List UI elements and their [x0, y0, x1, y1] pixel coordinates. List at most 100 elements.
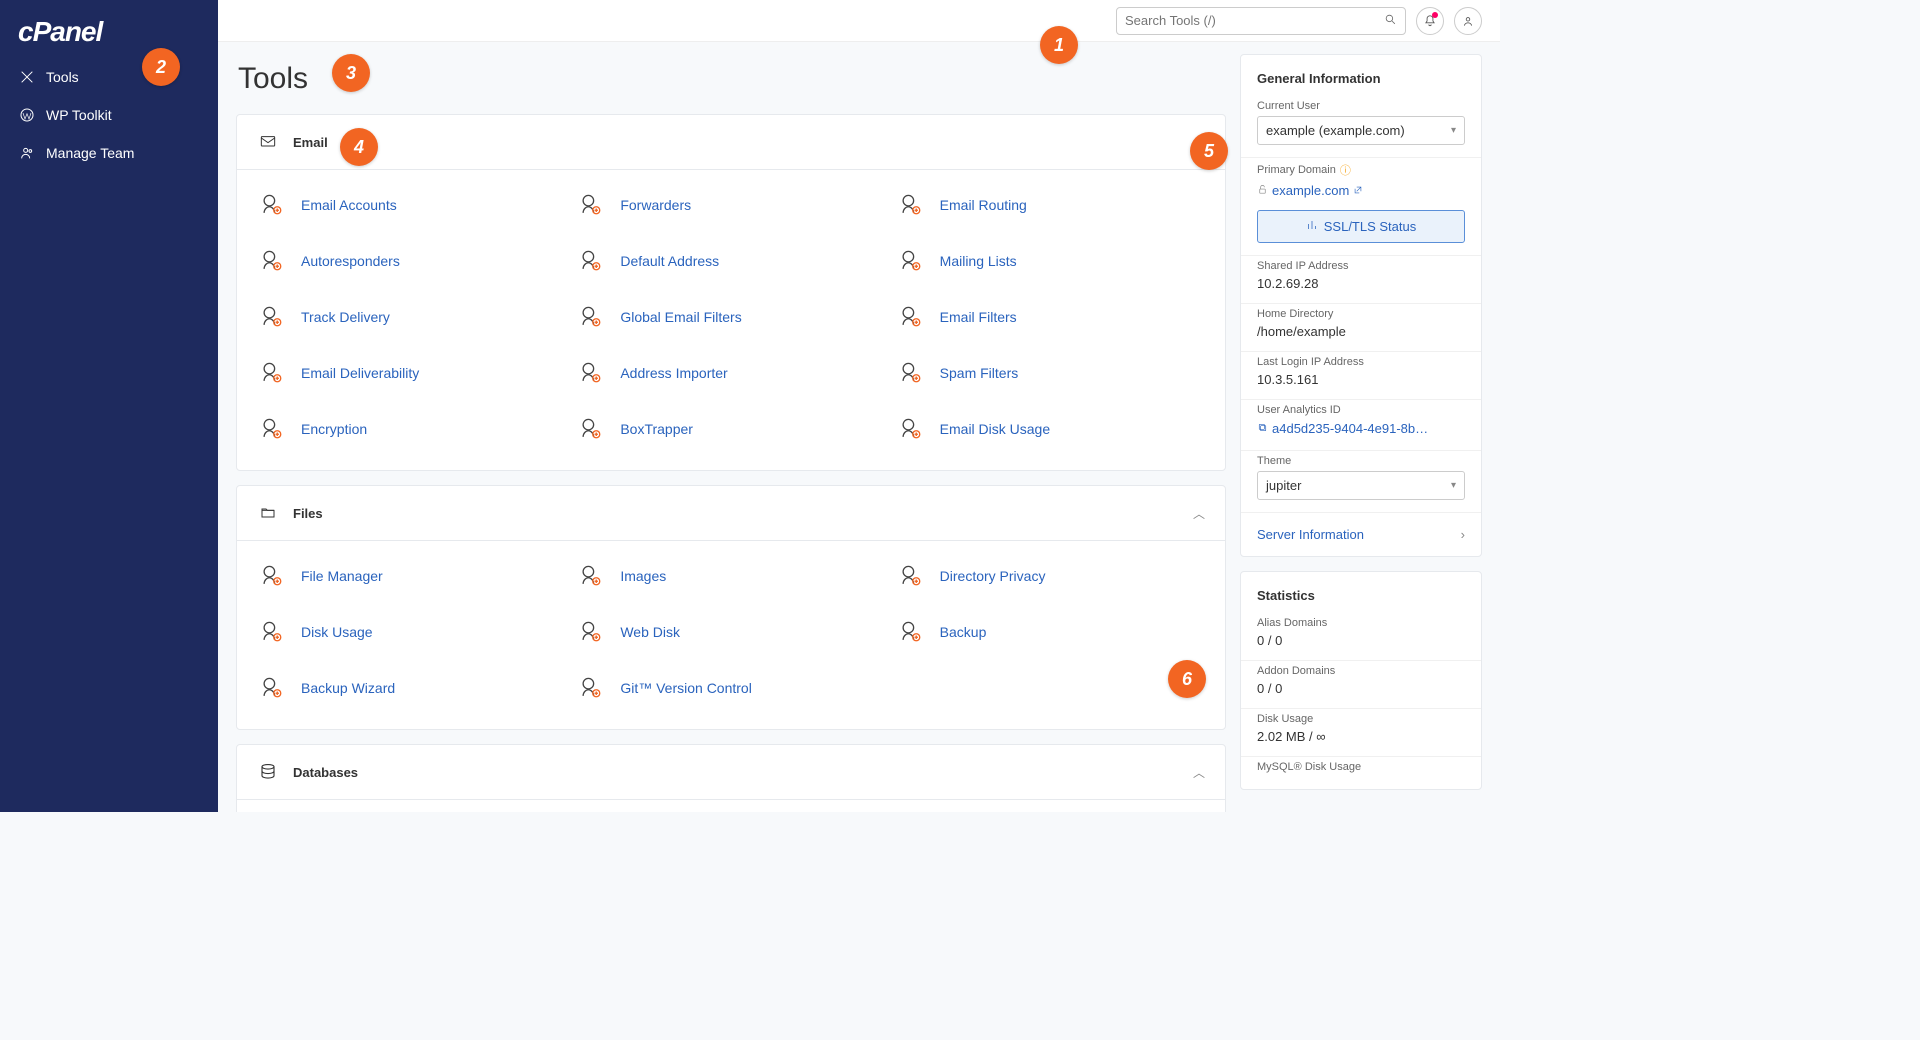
copy-icon: [1257, 421, 1268, 436]
analytics-label: User Analytics ID: [1257, 404, 1465, 416]
tool-item[interactable]: Disk Usage: [257, 607, 566, 657]
tool-icon: [257, 673, 287, 703]
tool-label: Backup Wizard: [301, 680, 395, 696]
tool-icon: [257, 190, 287, 220]
current-user-select[interactable]: example (example.com) ▾: [1257, 116, 1465, 145]
unlock-icon: [1257, 183, 1268, 198]
tool-item[interactable]: Default Address: [576, 236, 885, 286]
tool-label: Default Address: [620, 253, 719, 269]
category-files: Files ︿ File Manager Images Directory Priv…: [236, 485, 1226, 730]
tool-item[interactable]: phpMyAdmin: [257, 810, 566, 812]
tool-item[interactable]: Backup Wizard: [257, 663, 566, 713]
external-link-icon: [1353, 183, 1363, 198]
annotation-badge-5: 5: [1190, 132, 1228, 170]
theme-select[interactable]: jupiter ▾: [1257, 471, 1465, 500]
chevron-down-icon: ▾: [1451, 480, 1456, 491]
tool-item[interactable]: Directory Privacy: [896, 551, 1205, 601]
stat-label: Addon Domains: [1257, 665, 1465, 677]
notification-dot-icon: [1432, 12, 1438, 18]
notifications-button[interactable]: [1416, 7, 1444, 35]
tool-item[interactable]: Email Routing: [896, 180, 1205, 230]
tool-item[interactable]: File Manager: [257, 551, 566, 601]
sidebar-item-manageteam[interactable]: Manage Team: [0, 134, 218, 172]
tool-item[interactable]: BoxTrapper: [576, 404, 885, 454]
tool-item[interactable]: Backup: [896, 607, 1205, 657]
user-button[interactable]: [1454, 7, 1482, 35]
logo: cPanel: [0, 0, 218, 58]
category-header[interactable]: Databases ︿: [237, 745, 1225, 800]
tool-item[interactable]: Track Delivery: [257, 292, 566, 342]
annotation-badge-6: 6: [1168, 660, 1206, 698]
tool-item[interactable]: Email Filters: [896, 292, 1205, 342]
tool-item[interactable]: Forwarders: [576, 180, 885, 230]
category-header[interactable]: Email ︿: [237, 115, 1225, 170]
general-info-panel: General Information Current User example…: [1240, 54, 1482, 557]
sidebar-item-tools[interactable]: Tools: [0, 58, 218, 96]
annotation-badge-2: 2: [142, 48, 180, 86]
tools-icon: [18, 68, 36, 86]
tool-item[interactable]: Images: [576, 551, 885, 601]
tool-label: Git™ Version Control: [620, 680, 752, 696]
tool-item[interactable]: Web Disk: [576, 607, 885, 657]
tool-icon: [257, 617, 287, 647]
tool-label: Encryption: [301, 421, 367, 437]
tool-label: Forwarders: [620, 197, 691, 213]
tool-label: Mailing Lists: [940, 253, 1017, 269]
server-information-link[interactable]: Server Information ›: [1241, 513, 1481, 556]
ssl-status-button[interactable]: SSL/TLS Status: [1257, 210, 1465, 243]
tool-icon: [896, 246, 926, 276]
topbar: [218, 0, 1500, 42]
page-title: Tools: [238, 62, 1226, 96]
category-databases: Databases ︿ phpMyAdmin MySQL® Databases My…: [236, 744, 1226, 812]
panel-title: Statistics: [1241, 572, 1481, 613]
tool-icon: [896, 302, 926, 332]
category-title: Email: [293, 135, 328, 150]
last-login-label: Last Login IP Address: [1257, 356, 1465, 368]
analytics-value[interactable]: a4d5d235-9404-4e91-8b74-96...: [1257, 421, 1432, 436]
sidebar: cPanel Tools WP Toolkit Manage Team: [0, 0, 218, 812]
database-icon: [257, 761, 279, 783]
tool-item[interactable]: Mailing Lists: [896, 236, 1205, 286]
tool-icon: [896, 561, 926, 591]
tool-icon: [576, 673, 606, 703]
tool-item[interactable]: MySQL® Database Wizard: [896, 810, 1205, 812]
annotation-badge-3: 3: [332, 54, 370, 92]
tool-icon: [896, 414, 926, 444]
tool-label: Directory Privacy: [940, 568, 1046, 584]
tool-item[interactable]: Git™ Version Control: [576, 663, 885, 713]
tool-item[interactable]: Email Disk Usage: [896, 404, 1205, 454]
sidebar-item-wptoolkit[interactable]: WP Toolkit: [0, 96, 218, 134]
tool-item[interactable]: Encryption: [257, 404, 566, 454]
tool-icon: [576, 358, 606, 388]
category-header[interactable]: Files ︿: [237, 486, 1225, 541]
chevron-up-icon: ︿: [1193, 505, 1205, 522]
last-login-value: 10.3.5.161: [1257, 372, 1465, 387]
tool-item[interactable]: Autoresponders: [257, 236, 566, 286]
tool-label: BoxTrapper: [620, 421, 693, 437]
home-dir-label: Home Directory: [1257, 308, 1465, 320]
tool-item[interactable]: Spam Filters: [896, 348, 1205, 398]
panel-title: General Information: [1241, 55, 1481, 96]
stat-label: MySQL® Disk Usage: [1257, 761, 1465, 773]
tool-label: File Manager: [301, 568, 383, 584]
tool-label: Email Routing: [940, 197, 1027, 213]
tool-item[interactable]: Email Accounts: [257, 180, 566, 230]
tool-item[interactable]: Global Email Filters: [576, 292, 885, 342]
wordpress-icon: [18, 106, 36, 124]
tool-label: Email Disk Usage: [940, 421, 1050, 437]
primary-domain-link[interactable]: example.com: [1257, 183, 1363, 198]
category-title: Files: [293, 506, 323, 521]
search-input-wrap[interactable]: [1116, 7, 1406, 35]
search-input[interactable]: [1125, 13, 1384, 28]
home-dir-value: /home/example: [1257, 324, 1465, 339]
tool-icon: [576, 302, 606, 332]
tool-item[interactable]: Address Importer: [576, 348, 885, 398]
category-email: Email ︿ Email Accounts Forwarders Email Ro…: [236, 114, 1226, 471]
tool-label: Spam Filters: [940, 365, 1019, 381]
info-icon: ⓘ: [1340, 162, 1351, 178]
tool-item[interactable]: Email Deliverability: [257, 348, 566, 398]
stat-row: Addon Domains0 / 0: [1241, 661, 1481, 709]
tool-icon: [576, 190, 606, 220]
stat-label: Disk Usage: [1257, 713, 1465, 725]
tool-item[interactable]: MySQL® Databases: [576, 810, 885, 812]
